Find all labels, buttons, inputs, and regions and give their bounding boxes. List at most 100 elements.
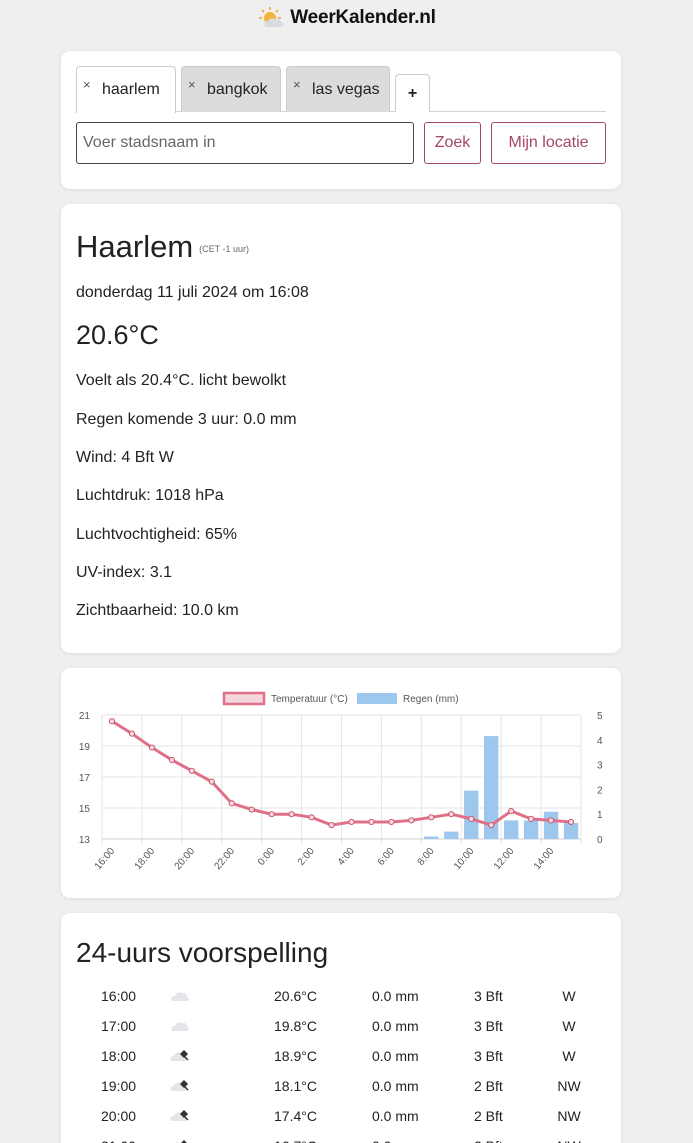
y-right-tick-label: 0: [597, 835, 603, 846]
site-header: WeerKalender.nl: [0, 0, 693, 36]
add-tab-button[interactable]: +: [395, 74, 430, 112]
forecast-chart: Temperatuur (°C) Regen (mm) 13 15 17 19 21 0 1 2 3…: [79, 691, 603, 873]
y-right-tick-label: 3: [597, 761, 603, 772]
legend-label-temperature: Temperatuur (°C): [271, 694, 348, 705]
forecast-wind: 3 Bft: [474, 988, 503, 1004]
cloud-rain-icon: [169, 1076, 191, 1097]
forecast-temp: 16.7°C: [274, 1138, 317, 1143]
forecast-time: 20:00: [101, 1108, 137, 1124]
y-left-tick-label: 13: [79, 835, 91, 846]
temperature-point: [428, 814, 435, 821]
forecast-rain: 0.0 mm: [372, 1108, 419, 1124]
current-weather-card: Haarlem (CET -1 uur) donderdag 11 juli 20…: [61, 204, 621, 653]
temperature-point: [168, 756, 175, 764]
temperature-point: [308, 814, 315, 821]
y-left-tick-label: 21: [79, 711, 91, 722]
forecast-time: 18:00: [101, 1048, 137, 1064]
city-name: Haarlem: [76, 229, 194, 264]
temperature-point: [288, 811, 295, 818]
forecast-rain: 0.0 mm: [372, 1048, 419, 1064]
temperature-point: [528, 815, 535, 822]
temperature-point: [188, 767, 195, 774]
forecast-wind-direction: NW: [557, 1108, 581, 1124]
forecast-wind: 3 Bft: [474, 1048, 503, 1064]
hourly-forecast-card: 24-uurs voorspelling 16:00 20.6°C 0.0 mm 3 …: [61, 913, 621, 1143]
temperature-point: [468, 815, 475, 822]
temperature-point: [248, 806, 255, 813]
current-datetime: donderdag 11 juli 2024 om 16:08: [76, 284, 309, 301]
forecast-wind-direction: NW: [551, 1138, 587, 1143]
my-location-button[interactable]: Mijn locatie: [491, 122, 606, 164]
cloud-icon: [169, 986, 191, 1007]
x-tick-label: 20:00: [173, 846, 198, 873]
forecast-wind-direction: W: [562, 988, 576, 1004]
y-right-tick-label: 2: [597, 785, 603, 796]
legend-label-rain: Regen (mm): [403, 694, 459, 705]
y-left-tick-label: 19: [79, 742, 91, 753]
temperature-point: [448, 811, 455, 818]
forecast-rain: 0.0 mm: [372, 1138, 419, 1143]
forecast-temp: 18.9°C: [274, 1048, 317, 1064]
x-tick-label: 0:00: [256, 846, 277, 868]
forecast-row: 21:00 16.7°C 0.0 mm 2 Bft NW: [61, 1138, 621, 1143]
temperature-point: [228, 800, 235, 807]
y-right-tick-label: 1: [597, 810, 603, 821]
forecast-wind: 2 Bft: [474, 1078, 503, 1094]
city-search-input[interactable]: [76, 122, 414, 164]
x-tick-label: 10:00: [452, 846, 477, 873]
forecast-title: 24-uurs voorspelling: [76, 937, 329, 968]
temperature-point: [108, 718, 116, 725]
forecast-temp: 20.6°C: [274, 988, 317, 1004]
search-button[interactable]: Zoek: [424, 122, 481, 164]
forecast-temp: 17.4°C: [274, 1108, 317, 1124]
rain-bar: [424, 836, 439, 839]
x-tick-label: 4:00: [336, 846, 357, 868]
city-tabs-card: × haarlem × bangkok × las vegas + Zoek M…: [61, 51, 621, 189]
tab-bangkok[interactable]: × bangkok: [181, 66, 281, 112]
temperature-point: [567, 818, 575, 826]
wind: Wind: 4 Bft W: [76, 449, 174, 466]
forecast-wind: 3 Bft: [474, 1018, 503, 1034]
forecast-row: 19:00 18.1°C 0.0 mm 2 Bft NW: [61, 1078, 621, 1108]
temperature-point: [508, 808, 515, 815]
rain-bar: [464, 790, 479, 839]
tab-haarlem[interactable]: × haarlem: [76, 66, 176, 113]
x-tick-label: 16:00: [93, 846, 118, 873]
humidity: Luchtvochtigheid: 65%: [76, 526, 237, 543]
cloud-rain-icon: [169, 1136, 191, 1143]
rain-bar: [444, 831, 459, 839]
temperature-point: [328, 821, 335, 829]
cloud-rain-icon: [169, 1106, 191, 1127]
temperature-point: [388, 818, 395, 826]
pressure: Luchtdruk: 1018 hPa: [76, 487, 224, 504]
temperature-point: [268, 811, 275, 818]
x-tick-label: 22:00: [213, 846, 238, 873]
forecast-wind: 2 Bft: [474, 1138, 503, 1143]
city-title: Haarlem (CET -1 uur): [76, 229, 249, 265]
logo[interactable]: WeerKalender.nl: [257, 6, 436, 30]
legend-swatch-temperature: [222, 691, 266, 706]
close-tab-icon[interactable]: ×: [83, 78, 91, 91]
temperature-point: [348, 818, 355, 826]
forecast-wind-direction: W: [562, 1048, 576, 1064]
forecast-chart-card: Temperatuur (°C) Regen (mm) 13 15 17 19 21 0 1 2 3…: [61, 668, 621, 898]
close-tab-icon[interactable]: ×: [293, 78, 301, 91]
tab-las-vegas[interactable]: × las vegas: [286, 66, 390, 112]
forecast-time: 17:00: [101, 1018, 137, 1034]
x-tick-label: 6:00: [376, 846, 397, 868]
x-tick-label: 18:00: [133, 846, 158, 873]
x-tick-label: 12:00: [492, 846, 517, 873]
close-tab-icon[interactable]: ×: [188, 78, 196, 91]
temperature-point: [128, 730, 136, 737]
tab-label: haarlem: [102, 81, 160, 98]
forecast-rain: 0.0 mm: [372, 1018, 419, 1034]
temperature-point: [547, 817, 555, 824]
rain-next-3h: Regen komende 3 uur: 0.0 mm: [76, 411, 297, 428]
forecast-wind-direction: W: [562, 1018, 576, 1034]
tab-label: las vegas: [312, 81, 380, 98]
forecast-row: 18:00 18.9°C 0.0 mm 3 Bft W: [61, 1048, 621, 1078]
cloud-icon: [169, 1016, 191, 1037]
forecast-time: 21:00: [101, 1138, 136, 1143]
forecast-rain: 0.0 mm: [372, 1078, 419, 1094]
x-tick-label: 2:00: [296, 846, 317, 868]
